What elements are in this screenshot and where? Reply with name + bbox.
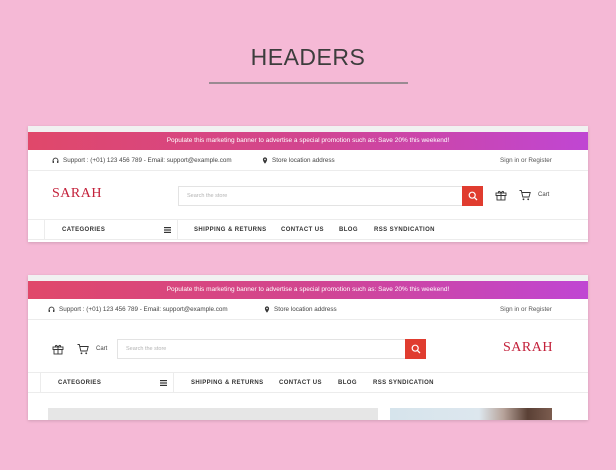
register-link[interactable]: Register	[528, 157, 551, 164]
auth-links: Sign in or Register	[500, 299, 552, 320]
main-nav: CATEGORIES SHIPPING & RETURNS CONTACT US…	[28, 372, 588, 393]
cart-button[interactable]	[77, 343, 89, 355]
cart-icon	[519, 190, 531, 201]
cart-label[interactable]: Cart	[538, 192, 549, 198]
search-input[interactable]: Search the store	[187, 187, 227, 205]
store-location[interactable]: Store location address	[262, 150, 335, 171]
gift-button[interactable]	[52, 343, 64, 355]
categories-dropdown[interactable]: CATEGORIES	[44, 220, 178, 239]
main-nav: CATEGORIES SHIPPING & RETURNS CONTACT US…	[28, 219, 588, 240]
info-bar: Support : (+01) 123 456 789 - Email: sup…	[28, 299, 588, 320]
search-icon	[411, 344, 420, 354]
logo[interactable]: SARAH	[503, 340, 553, 356]
search-bar[interactable]: Search the store	[117, 339, 426, 359]
nav-shipping-returns[interactable]: SHIPPING & RETURNS	[194, 220, 267, 240]
nav-rss-syndication[interactable]: RSS SYNDICATION	[374, 220, 435, 240]
promo-banner[interactable]: Populate this marketing banner to advert…	[28, 132, 588, 150]
promo-banner[interactable]: Populate this marketing banner to advert…	[28, 281, 588, 299]
slider-placeholder	[48, 408, 378, 420]
menu-icon	[160, 380, 167, 386]
or-text: or	[521, 306, 527, 313]
register-link[interactable]: Register	[528, 306, 551, 313]
nav-blog[interactable]: BLOG	[339, 220, 358, 240]
store-location[interactable]: Store location address	[264, 299, 337, 320]
header-preview-2: Populate this marketing banner to advert…	[28, 275, 588, 420]
cart-button[interactable]	[519, 189, 531, 201]
nav-rss-syndication[interactable]: RSS SYNDICATION	[373, 373, 434, 393]
map-pin-icon	[262, 157, 268, 164]
store-location-text: Store location address	[272, 157, 335, 164]
gift-icon	[52, 344, 64, 355]
support-text: Support : (+01) 123 456 789 - Email: sup…	[59, 306, 228, 313]
headset-icon	[52, 157, 59, 163]
cart-icon	[77, 344, 89, 355]
search-icon	[468, 191, 477, 201]
nav-shipping-returns[interactable]: SHIPPING & RETURNS	[191, 373, 264, 393]
nav-contact-us[interactable]: CONTACT US	[281, 220, 324, 240]
gift-button[interactable]	[495, 189, 507, 201]
map-pin-icon	[264, 306, 270, 313]
logo[interactable]: SARAH	[52, 186, 102, 202]
banner-image[interactable]	[390, 408, 552, 420]
headset-icon	[48, 306, 55, 312]
search-bar[interactable]: Search the store	[178, 186, 483, 206]
signin-link[interactable]: Sign in	[500, 157, 519, 164]
support-info: Support : (+01) 123 456 789 - Email: sup…	[48, 299, 228, 320]
categories-label: CATEGORIES	[58, 380, 102, 386]
title-underline	[209, 82, 408, 84]
info-bar: Support : (+01) 123 456 789 - Email: sup…	[28, 150, 588, 171]
nav-contact-us[interactable]: CONTACT US	[279, 373, 322, 393]
categories-label: CATEGORIES	[62, 227, 106, 233]
cart-label[interactable]: Cart	[96, 346, 107, 352]
section-title: HEADERS	[250, 44, 366, 70]
store-location-text: Store location address	[274, 306, 337, 313]
nav-blog[interactable]: BLOG	[338, 373, 357, 393]
search-button[interactable]	[405, 339, 426, 359]
header-preview-1: Populate this marketing banner to advert…	[28, 126, 588, 242]
search-button[interactable]	[462, 186, 483, 206]
search-input[interactable]: Search the store	[126, 340, 166, 358]
categories-dropdown[interactable]: CATEGORIES	[40, 373, 174, 392]
gift-icon	[495, 190, 507, 201]
menu-icon	[164, 227, 171, 233]
auth-links: Sign in or Register	[500, 150, 552, 171]
support-info: Support : (+01) 123 456 789 - Email: sup…	[52, 150, 232, 171]
support-text: Support : (+01) 123 456 789 - Email: sup…	[63, 157, 232, 164]
or-text: or	[521, 157, 527, 164]
signin-link[interactable]: Sign in	[500, 306, 519, 313]
